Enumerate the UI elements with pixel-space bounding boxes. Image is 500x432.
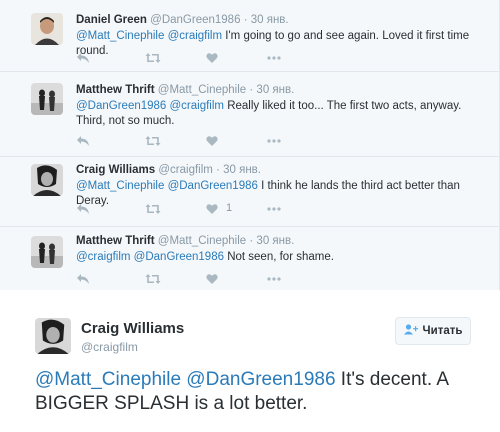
main-author-name[interactable]: Craig Williams xyxy=(81,320,184,337)
author-name[interactable]: Craig Williams xyxy=(76,164,155,176)
tweet-date[interactable]: 30 янв. xyxy=(223,164,261,176)
couple-photo-avatar[interactable] xyxy=(31,83,63,115)
heart-icon[interactable] xyxy=(206,203,218,217)
tweet-text: @DanGreen1986 @craigfilm Really liked it… xyxy=(76,99,486,129)
main-tweet-text: @Matt_Cinephile @DanGreen1986 It's decen… xyxy=(35,368,485,416)
retweet-icon[interactable] xyxy=(145,52,161,66)
separator-dot: · xyxy=(216,164,220,176)
author-handle[interactable]: @craigfilm xyxy=(158,164,213,176)
author-name[interactable]: Matthew Thrift xyxy=(76,84,155,96)
heart-icon[interactable] xyxy=(206,135,218,149)
retweet-icon[interactable] xyxy=(145,135,161,149)
reply-icon[interactable] xyxy=(76,273,90,287)
more-dots-icon[interactable] xyxy=(266,273,282,287)
separator-dot: · xyxy=(243,14,248,26)
reply-tweet[interactable]: Matthew Thrift @Matt_Cinephile · 30 янв.… xyxy=(0,72,500,157)
reply-tweet[interactable]: Craig Williams @craigfilm · 30 янв. @Mat… xyxy=(0,157,500,227)
mention-links[interactable]: @Matt_Cinephile @DanGreen1986 xyxy=(76,180,258,192)
reply-tweet[interactable]: Daniel Green @DanGreen1986 · 30 янв. @Ma… xyxy=(0,0,500,72)
couple-photo-avatar[interactable] xyxy=(31,236,63,268)
reply-icon[interactable] xyxy=(76,203,90,217)
tweet-date[interactable]: 30 янв. xyxy=(256,84,294,96)
portrait-photo-avatar[interactable] xyxy=(35,318,71,354)
main-author-handle[interactable]: @craigfilm xyxy=(81,340,138,354)
tweet-body: Not seen, for shame. xyxy=(224,251,334,263)
follow-button-label: Читать xyxy=(422,325,463,337)
portrait-photo-avatar[interactable] xyxy=(31,164,63,196)
author-name[interactable]: Daniel Green xyxy=(76,14,147,26)
more-dots-icon[interactable] xyxy=(266,52,282,66)
author-handle[interactable]: @DanGreen1986 xyxy=(150,14,240,26)
mention-links[interactable]: @Matt_Cinephile @craigfilm xyxy=(76,30,222,42)
reply-tweet[interactable]: Matthew Thrift @Matt_Cinephile · 30 янв.… xyxy=(0,227,500,290)
heart-icon[interactable] xyxy=(206,273,218,287)
heart-icon[interactable] xyxy=(206,52,218,66)
mention-links[interactable]: @DanGreen1986 @craigfilm xyxy=(76,100,224,112)
retweet-icon[interactable] xyxy=(145,273,161,287)
retweet-icon[interactable] xyxy=(145,203,161,217)
tweet-date[interactable]: 30 янв. xyxy=(256,235,294,247)
separator-dot: · xyxy=(249,84,254,96)
like-count: 1 xyxy=(226,202,233,214)
author-name[interactable]: Matthew Thrift xyxy=(76,235,155,247)
person-photo-avatar[interactable] xyxy=(31,13,63,45)
reply-thread: Daniel Green @DanGreen1986 · 30 янв. @Ma… xyxy=(0,0,500,290)
reply-icon[interactable] xyxy=(76,135,90,149)
author-handle[interactable]: @Matt_Cinephile xyxy=(158,84,246,96)
tweet-date[interactable]: 30 янв. xyxy=(251,14,289,26)
add-user-icon xyxy=(403,324,419,338)
more-dots-icon[interactable] xyxy=(266,135,282,149)
author-handle[interactable]: @Matt_Cinephile xyxy=(158,235,246,247)
mention-links[interactable]: @Matt_Cinephile @DanGreen1986 xyxy=(35,369,336,390)
tweet-text: @craigfilm @DanGreen1986 Not seen, for s… xyxy=(76,250,486,265)
more-dots-icon[interactable] xyxy=(266,203,282,217)
separator-dot: · xyxy=(249,235,254,247)
mention-links[interactable]: @craigfilm @DanGreen1986 xyxy=(76,251,224,263)
reply-icon[interactable] xyxy=(76,52,90,66)
follow-button[interactable]: Читать xyxy=(395,317,471,345)
